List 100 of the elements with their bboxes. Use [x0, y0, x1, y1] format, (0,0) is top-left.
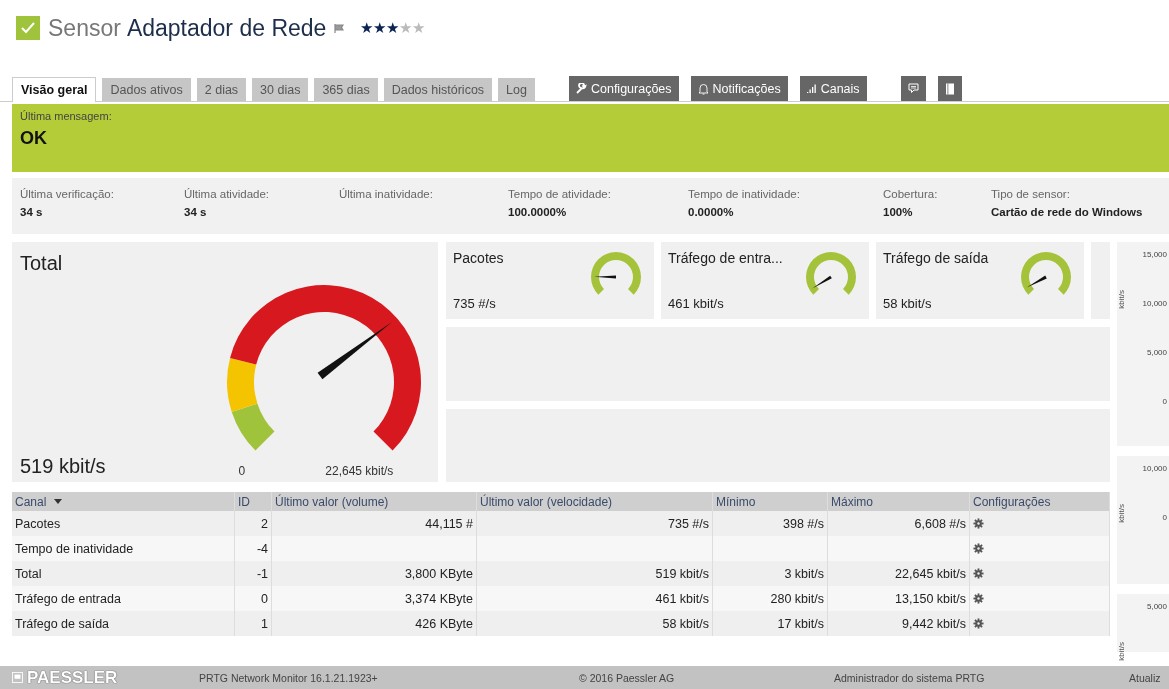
table-cell: 426 KByte [415, 616, 473, 631]
table-cell: Total [15, 566, 42, 581]
info-value: Cartão de rede do Windows [991, 206, 1144, 218]
copyright-text: © 2016 Paessler AG [579, 671, 676, 684]
table-cell: 398 #/s [783, 516, 824, 531]
column-header[interactable]: Configurações [973, 494, 1051, 509]
table-cell: 1 [261, 616, 268, 631]
gauge-value: 519 kbit/s [20, 455, 106, 478]
table-cell: 9,442 kbit/s [902, 616, 966, 631]
tab[interactable]: 2 dias [196, 78, 247, 101]
table-cell: Pacotes [15, 516, 61, 531]
action-button[interactable]: Notificações [690, 76, 788, 101]
table-cell: 3,800 KByte [404, 566, 473, 581]
table-cell: 2 [261, 516, 268, 531]
gauge-drawing [805, 251, 857, 297]
axis-tick: 0 [1162, 513, 1167, 522]
gauge-drawing [590, 251, 642, 297]
comment-button[interactable] [900, 76, 926, 101]
logo-icon [12, 671, 23, 684]
column-header[interactable]: Mínimo [716, 494, 756, 509]
book-icon [944, 82, 955, 95]
table-cell: Tráfego de entrada [15, 591, 121, 606]
gauge-min-label: 0 [238, 464, 246, 478]
table-cell: 280 kbit/s [770, 591, 824, 606]
axis-tick: 10,000 [1142, 299, 1167, 308]
axis-tick: 0 [1162, 397, 1167, 406]
info-label: Tempo de inatividade: [688, 188, 801, 200]
gear-icon[interactable] [973, 568, 984, 579]
action-button[interactable]: Canais [799, 76, 867, 101]
table-cell: 13,150 kbit/s [895, 591, 966, 606]
info-label: Cobertura: [883, 188, 939, 200]
tab[interactable]: Dados ativos [102, 78, 191, 101]
column-header[interactable]: Máximo [831, 494, 873, 509]
user-name[interactable]: Administrador do sistema PRTG [834, 671, 1129, 684]
star-icon[interactable]: ★ [360, 19, 374, 37]
axis-unit: kbit/s [1117, 504, 1126, 523]
flag-icon[interactable] [334, 23, 345, 33]
status-label: Última mensagem: [20, 110, 113, 122]
info-label: Tipo de sensor: [991, 188, 1071, 200]
logo-text: PAESSLER [26, 667, 118, 688]
version-text: PRTG Network Monitor 16.1.21.1923+ [199, 671, 379, 684]
axis-tick: 5,000 [1146, 602, 1167, 611]
book-button[interactable] [937, 76, 962, 101]
table-cell: 519 kbit/s [655, 566, 709, 581]
tab[interactable]: Dados históricos [383, 78, 493, 101]
axis-tick: 5,000 [1146, 348, 1167, 357]
axis-unit: kbit/s [1117, 290, 1126, 309]
gear-icon[interactable] [973, 543, 984, 554]
sort-caret-icon[interactable] [54, 498, 63, 505]
table-cell: -1 [256, 566, 268, 581]
table-cell: 44,115 # [425, 516, 473, 531]
gauge-drawing [1020, 251, 1072, 297]
table-cell: -4 [256, 541, 268, 556]
info-label: Tempo de atividade: [508, 188, 612, 200]
tab[interactable]: 365 dias [314, 78, 378, 101]
star-rating[interactable]: ★★★★★ [360, 19, 426, 37]
table-cell: Tempo de inatividade [15, 541, 134, 556]
gauge-title: Tráfego de saída [883, 250, 990, 266]
info-value: 34 s [184, 206, 208, 218]
table-cell: 0 [261, 591, 268, 606]
axis-tick: 10,000 [1142, 464, 1167, 473]
column-header[interactable]: ID [238, 494, 250, 509]
bell-icon [697, 82, 709, 95]
gauge-max-label: 22,645 kbit/s [325, 464, 394, 478]
star-icon[interactable]: ★ [373, 19, 387, 37]
info-value: 100.0000% [508, 206, 568, 218]
wrench-icon [575, 83, 587, 94]
table-cell: 3,374 KByte [404, 591, 473, 606]
table-cell: 58 kbit/s [662, 616, 709, 631]
gauge-value: 461 kbit/s [668, 296, 725, 311]
column-header[interactable]: Canal [15, 494, 47, 509]
gauge-value: 735 #/s [453, 296, 497, 311]
sensor-title: Adaptador de Rede [126, 14, 327, 42]
sensor-prefix: Sensor [48, 14, 121, 42]
column-header[interactable]: Último valor (velocidade) [480, 494, 613, 509]
signal-bars-icon [806, 84, 817, 93]
axis-unit: kbit/s [1117, 642, 1126, 661]
gauge-title: Tráfego de entra... [668, 250, 784, 266]
action-button[interactable]: Configurações [568, 76, 679, 101]
table-cell: Tráfego de saída [15, 616, 110, 631]
gear-icon[interactable] [973, 593, 984, 604]
info-value: 0.0000% [688, 206, 735, 218]
tab[interactable]: 30 dias [252, 78, 309, 101]
comment-icon [907, 83, 919, 94]
info-label: Última atividade: [184, 188, 270, 200]
gauge-title: Total [20, 252, 63, 275]
axis-tick: 15,000 [1142, 250, 1167, 259]
tab[interactable]: Visão geral [12, 77, 97, 102]
info-label: Última verificação: [20, 188, 115, 200]
update-link[interactable]: Atualiz [1129, 671, 1169, 684]
gear-icon[interactable] [973, 518, 984, 529]
tab[interactable]: Log [498, 78, 535, 101]
info-value: 34 s [20, 206, 44, 218]
star-icon[interactable]: ★ [386, 19, 400, 37]
column-header[interactable]: Último valor (volume) [275, 494, 389, 509]
gear-icon[interactable] [973, 618, 984, 629]
table-cell: 461 kbit/s [655, 591, 709, 606]
table-cell: 6,608 #/s [914, 516, 966, 531]
status-message: OK [20, 128, 48, 149]
gauge-title: Pacotes [453, 250, 505, 266]
